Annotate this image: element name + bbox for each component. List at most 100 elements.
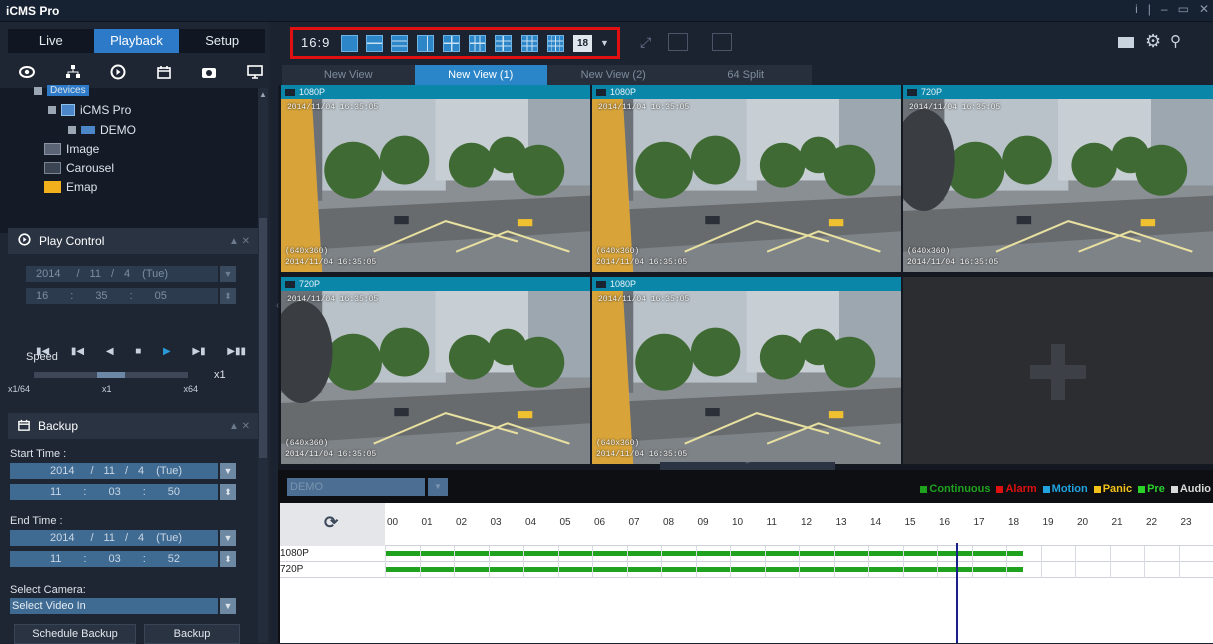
camera-feed[interactable]: 2014/11/04 16:35:05 (640x360) 2014/11/04… <box>281 291 590 464</box>
video-cell[interactable]: 720P 2014/11/04 16:35:05 (640x360) 2014/… <box>281 277 590 464</box>
hour-gridline <box>557 546 559 578</box>
tree-device[interactable]: DEMO <box>68 123 136 137</box>
start-time-field[interactable]: 11 : 03 : 50 <box>10 484 218 500</box>
expand-timeline-icon[interactable]: ﹀ <box>660 462 835 470</box>
stream-size: (640x360) <box>596 439 640 448</box>
empty-video-cell[interactable] <box>903 277 1213 464</box>
play-time-field[interactable]: 16 : 35 : 05 <box>26 288 218 304</box>
recording-bar[interactable] <box>385 567 1024 572</box>
network-icon[interactable] <box>64 63 82 81</box>
device-dropdown-icon[interactable]: ▼ <box>428 478 448 496</box>
start-date-dropdown-icon[interactable]: ▼ <box>220 463 236 479</box>
tab-64-split[interactable]: 64 Split <box>679 65 812 85</box>
second-value: 52 <box>167 553 181 565</box>
start-time-spinner-icon[interactable]: ⬍ <box>220 484 236 500</box>
window-split-icon[interactable] <box>712 33 732 51</box>
camera-icon[interactable] <box>200 63 218 81</box>
tree-root[interactable]: Devices <box>34 85 89 96</box>
monitor-icon[interactable] <box>246 63 264 81</box>
start-date-field[interactable]: 2014 / 11 / 4 (Tue) <box>10 463 218 479</box>
multi-monitor-icon[interactable] <box>668 33 688 51</box>
tree-server[interactable]: iCMS Pro <box>48 103 131 117</box>
date-separator: / <box>110 268 115 280</box>
speed-slider-thumb[interactable] <box>97 372 125 378</box>
recording-bar[interactable] <box>385 551 1024 556</box>
camera-dropdown-icon[interactable]: ▼ <box>220 598 236 614</box>
camera-select[interactable]: Select Video In <box>10 598 218 614</box>
fullscreen-icon[interactable]: ⤢ <box>640 34 651 51</box>
tab-new-view-1[interactable]: New View (1) <box>414 65 547 85</box>
minute-value: 35 <box>95 290 108 302</box>
play-circle-icon[interactable] <box>109 63 127 81</box>
camera-feed[interactable]: 2014/11/04 16:35:05 (640x360) 2014/11/04… <box>281 99 590 272</box>
camera-feed[interactable]: 2014/11/04 16:35:05 (640x360) 2014/11/04… <box>903 99 1213 272</box>
tree-item-emap[interactable]: Emap <box>44 180 97 194</box>
timeline-chart[interactable]: ⟳ 00 01 02 03 04 05 06 07 08 09 10 11 12 13 14 15 16 17 18… <box>280 503 1213 643</box>
hour-label: 18 <box>1008 517 1020 528</box>
tree-item-label: Emap <box>66 180 98 194</box>
info-button[interactable]: i <box>1135 2 1138 16</box>
tab-live[interactable]: Live <box>8 29 94 53</box>
scroll-up-icon[interactable]: ▲ <box>258 90 268 100</box>
hour-label: 10 <box>732 517 744 528</box>
hour-gridline <box>730 546 731 578</box>
time-spinner-icon[interactable]: ⬍ <box>220 288 236 304</box>
legend-alarm: Alarm <box>996 483 1037 495</box>
collapse-arrow-icon[interactable]: ▲ ✕ <box>229 236 250 247</box>
speed-slider[interactable] <box>34 372 188 378</box>
frame-forward-icon[interactable]: ▶▮▮ <box>227 346 246 357</box>
skip-end-icon[interactable]: ▶▮ <box>192 346 205 357</box>
tree-item-carousel[interactable]: Carousel <box>44 161 114 175</box>
play-date-field[interactable]: 2014 / 11 / 4 (Tue) <box>26 266 218 282</box>
timeline-device-select[interactable]: DEMO <box>287 478 425 496</box>
gear-icon[interactable]: ⚙ <box>1145 31 1161 52</box>
restore-button[interactable]: ▭ <box>1178 2 1189 16</box>
minute-value: 03 <box>108 553 121 565</box>
end-date-field[interactable]: 2014 / 11 / 4 (Tue) <box>10 530 218 546</box>
tree-item-image[interactable]: Image <box>44 142 99 156</box>
sidebar-scrollbar[interactable]: ▲ <box>258 88 268 643</box>
schedule-backup-button[interactable]: Schedule Backup <box>14 624 136 644</box>
video-cell[interactable]: 720P 2014/11/04 16:35:05 (640x360) 2014/… <box>903 85 1213 272</box>
calendar-icon[interactable] <box>155 63 173 81</box>
refresh-icon[interactable]: ⟳ <box>324 513 338 533</box>
minimize-button[interactable]: – <box>1161 2 1168 16</box>
end-time-field[interactable]: 11 : 03 : 52 <box>10 551 218 567</box>
skip-start-icon[interactable]: ▮◀ <box>71 346 84 357</box>
tab-new-view-2[interactable]: New View (2) <box>547 65 680 85</box>
year-value: 2014 <box>36 268 61 280</box>
close-button[interactable]: ✕ <box>1199 2 1209 16</box>
legend-label: Motion <box>1051 483 1088 495</box>
end-time-spinner-icon[interactable]: ⬍ <box>220 551 236 567</box>
camera-feed[interactable]: 2014/11/04 16:35:05 (640x360) 2014/11/04… <box>592 99 901 272</box>
play-icon[interactable]: ▶ <box>163 346 171 357</box>
backup-button[interactable]: Backup <box>144 624 240 644</box>
video-cell[interactable]: 1080P 2014/11/04 16:35:05 (640x360) 2014… <box>592 85 901 272</box>
hour-label: 06 <box>594 517 606 528</box>
playback-controls: ▮◀ ▮◀ ◀ ■ ▶ ▶▮ ▶▮▮ <box>36 343 246 359</box>
video-cell[interactable]: 1080P 2014/11/04 16:35:05 (640x360) 2014… <box>281 85 590 272</box>
tab-new-view[interactable]: New View <box>282 65 415 85</box>
collapse-arrow-icon[interactable]: ▲ ✕ <box>229 421 250 432</box>
tab-playback[interactable]: Playback <box>93 29 180 53</box>
keyboard-icon[interactable] <box>1118 37 1134 48</box>
legend-swatch <box>996 485 1004 493</box>
video-cell[interactable]: 1080P 2014/11/04 16:35:05 (640x360) 2014… <box>592 277 901 464</box>
play-reverse-icon[interactable]: ◀ <box>106 346 114 357</box>
stop-icon[interactable]: ■ <box>135 346 141 357</box>
scroll-thumb[interactable] <box>259 218 267 458</box>
device-tree: Devices iCMS Pro DEMO Image Carousel Ema… <box>0 85 258 233</box>
date-dropdown-icon[interactable]: ▼ <box>220 266 236 282</box>
eye-icon[interactable] <box>18 63 36 81</box>
video-cell-header: 720P <box>903 85 1213 99</box>
search-icon[interactable]: ⚲ <box>1170 32 1181 50</box>
timeline-cursor[interactable] <box>955 543 958 643</box>
end-date-dropdown-icon[interactable]: ▼ <box>220 530 236 546</box>
tab-setup[interactable]: Setup <box>179 29 266 53</box>
date-separator: / <box>124 465 129 477</box>
backup-header[interactable]: Backup ▲ ✕ <box>8 413 258 439</box>
camera-feed[interactable]: 2014/11/04 16:35:05 (640x360) 2014/11/04… <box>592 291 901 464</box>
day-value: 4 <box>138 532 145 544</box>
play-control-header[interactable]: Play Control ▲ ✕ <box>8 228 258 254</box>
hour-label: 03 <box>490 517 502 528</box>
